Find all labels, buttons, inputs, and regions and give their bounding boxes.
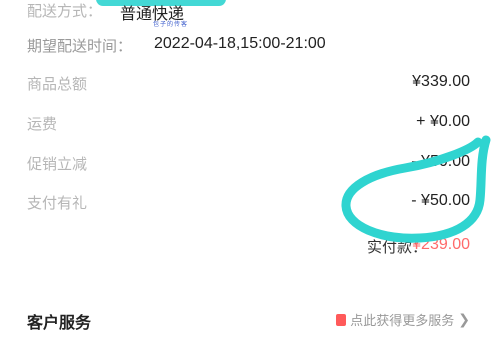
summary-label: 促销立减 bbox=[27, 155, 88, 173]
summary-value: - ¥50.00 bbox=[411, 192, 470, 209]
summary-value: + ¥0.00 bbox=[416, 113, 470, 130]
customer-service-link-text: 点此获得更多服务 bbox=[350, 314, 455, 329]
customer-service-title: 客户服务 bbox=[27, 313, 92, 332]
delivery-method-row: 配送方式： 普通快递 bbox=[27, 0, 470, 23]
summary-label: 商品总额 bbox=[27, 75, 88, 93]
summary-row-shipping: 运费 + ¥0.00 bbox=[27, 113, 470, 135]
customer-service-link[interactable]: 点此获得更多服务 ❯ bbox=[336, 310, 470, 329]
total-value: ¥239.00 bbox=[412, 236, 470, 253]
summary-label: 运费 bbox=[27, 115, 58, 133]
watermark-text: 包子的传客 bbox=[153, 21, 189, 28]
summary-row-payment-gift: 支付有礼 - ¥50.00 bbox=[27, 192, 470, 214]
chevron-right-icon: ❯ bbox=[458, 311, 470, 328]
expected-time-label: 期望配送时间： bbox=[27, 37, 133, 55]
summary-value: ¥339.00 bbox=[412, 73, 470, 90]
expected-time-row: 期望配送时间： 2022-04-18,15:00-21:00 bbox=[27, 35, 470, 57]
summary-label: 支付有礼 bbox=[27, 194, 88, 212]
summary-value: - ¥50.00 bbox=[411, 153, 470, 170]
summary-row-subtotal: 商品总额 ¥339.00 bbox=[27, 73, 470, 95]
service-doc-icon bbox=[336, 313, 347, 326]
summary-row-promotion: 促销立减 - ¥50.00 bbox=[27, 153, 470, 175]
delivery-method-label: 配送方式： bbox=[27, 2, 103, 20]
expected-time-value: 2022-04-18,15:00-21:00 bbox=[154, 35, 326, 52]
